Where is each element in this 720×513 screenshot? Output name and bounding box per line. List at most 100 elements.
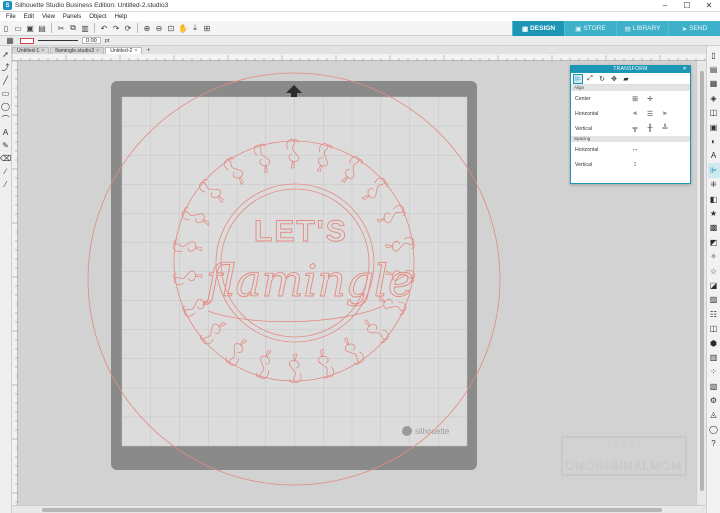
ellipse-tool-icon[interactable]: ◯ bbox=[1, 100, 11, 113]
scale-tab-icon[interactable]: ⤢ bbox=[585, 74, 595, 84]
horizontal-scroll-thumb[interactable] bbox=[42, 508, 662, 512]
menu-file[interactable]: File bbox=[2, 14, 20, 20]
transform-icon[interactable]: ⊫ bbox=[707, 163, 720, 178]
app-logo-icon: S bbox=[3, 1, 12, 10]
panel-close-icon[interactable]: ✕ bbox=[683, 66, 688, 73]
store-icon[interactable]: ▨ bbox=[708, 293, 720, 307]
polygon-tool-icon[interactable]: ⌒ bbox=[1, 113, 11, 126]
sketch-icon[interactable]: ✧ bbox=[708, 249, 720, 263]
align-top-icon[interactable]: ╦ bbox=[631, 125, 639, 133]
zoom-out-icon[interactable]: ⊖ bbox=[154, 23, 164, 33]
line-width-field[interactable]: 0.00 bbox=[82, 37, 101, 44]
nesting-icon[interactable]: ⬢ bbox=[708, 336, 720, 350]
trace-icon[interactable]: ▩ bbox=[708, 221, 720, 235]
close-button[interactable]: ✕ bbox=[698, 0, 720, 12]
fit-to-page-icon[interactable]: ⤓ bbox=[190, 23, 200, 33]
doc-tab-untitled-1[interactable]: Untitled-1 × bbox=[12, 47, 50, 54]
menu-view[interactable]: View bbox=[38, 14, 59, 20]
line-style-select[interactable] bbox=[38, 40, 78, 41]
center-on-page-icon[interactable]: ⊞ bbox=[631, 95, 639, 103]
eyedropper-tool-icon[interactable]: ⁄ bbox=[1, 178, 11, 191]
preferences-icon[interactable]: ⚙ bbox=[708, 393, 720, 407]
tab-store-label: STORE bbox=[583, 25, 606, 32]
tab-design[interactable]: ▣ DESIGN bbox=[512, 21, 564, 36]
doc-tab-flamingle[interactable]: flamingle.studio3 × bbox=[50, 47, 105, 54]
cut-icon[interactable]: ✂ bbox=[56, 23, 66, 33]
pan-hand-icon[interactable]: ✋ bbox=[178, 23, 188, 33]
print-icon[interactable]: ▤ bbox=[37, 23, 47, 33]
maximize-button[interactable]: ☐ bbox=[676, 0, 698, 12]
align-center-h-icon[interactable]: ☰ bbox=[646, 110, 654, 118]
offset-icon[interactable]: ★ bbox=[708, 206, 720, 220]
print-and-cut-icon[interactable]: ▥ bbox=[708, 350, 720, 364]
eraser-tool-icon[interactable]: ⌫ bbox=[0, 152, 11, 165]
zoom-in-icon[interactable]: ⊕ bbox=[142, 23, 152, 33]
tab-store[interactable]: ▣ STORE bbox=[564, 21, 616, 36]
grid-icon[interactable]: ▦ bbox=[708, 77, 720, 91]
transform-panel-header[interactable]: TRANSFORM ✕ bbox=[571, 66, 690, 73]
text-style-icon[interactable]: A bbox=[708, 149, 720, 163]
knife-icon[interactable]: ◩ bbox=[708, 235, 720, 249]
tab-library[interactable]: ▤ LIBRARY bbox=[616, 21, 668, 36]
align-middle-icon[interactable]: ╫ bbox=[646, 125, 654, 133]
text-tool-icon[interactable]: A bbox=[1, 126, 11, 139]
page-setup-icon[interactable]: ▯ bbox=[708, 48, 720, 62]
send-icon[interactable]: ▤ bbox=[708, 62, 720, 76]
align-right-icon[interactable]: ⫸ bbox=[661, 110, 669, 118]
new-document-icon[interactable]: ▯ bbox=[1, 23, 11, 33]
open-folder-icon[interactable]: ▭ bbox=[13, 23, 23, 33]
page-view-icon[interactable]: ⊞ bbox=[202, 23, 212, 33]
menu-panels[interactable]: Panels bbox=[59, 14, 85, 20]
point-edit-icon[interactable]: ⤴ bbox=[1, 61, 11, 74]
shape-icon[interactable]: ☆ bbox=[708, 264, 720, 278]
stipple-icon[interactable]: ◯ bbox=[708, 422, 720, 436]
knife-tool-icon[interactable]: ∕ bbox=[1, 165, 11, 178]
select-arrow-icon[interactable]: ➚ bbox=[1, 48, 11, 61]
new-tab-button[interactable]: + bbox=[143, 47, 153, 54]
save-icon[interactable]: ▣ bbox=[25, 23, 35, 33]
image-effects-icon[interactable]: ◐ bbox=[708, 134, 720, 148]
minimize-button[interactable]: – bbox=[654, 0, 676, 12]
line-color-swatch[interactable] bbox=[20, 37, 34, 44]
line-style-icon[interactable]: ▣ bbox=[708, 120, 720, 134]
copy-icon[interactable]: ⧉ bbox=[68, 23, 78, 33]
undo-icon[interactable]: ↶ bbox=[99, 23, 109, 33]
help-icon[interactable]: ? bbox=[708, 437, 720, 451]
align-tab-icon[interactable]: ⊫ bbox=[573, 73, 583, 84]
menu-edit[interactable]: Edit bbox=[20, 14, 38, 20]
line-tool-icon[interactable]: ╱ bbox=[1, 74, 11, 87]
vertical-scrollbar[interactable] bbox=[696, 61, 706, 505]
center-objects-icon[interactable]: ✛ bbox=[646, 95, 654, 103]
rotate-tab-icon[interactable]: ↻ bbox=[597, 74, 607, 84]
redraw-icon[interactable]: ⟳ bbox=[123, 23, 133, 33]
menu-object[interactable]: Object bbox=[85, 14, 110, 20]
align-left-icon[interactable]: ⫷ bbox=[631, 110, 639, 118]
doc-tab-untitled-2[interactable]: Untitled-2 × bbox=[105, 47, 143, 54]
horizontal-scrollbar[interactable] bbox=[12, 505, 706, 513]
space-vertical-icon[interactable]: ↕ bbox=[631, 161, 639, 169]
shear-tab-icon[interactable]: ▰ bbox=[621, 74, 631, 84]
pixscan-icon[interactable]: ◫ bbox=[708, 321, 720, 335]
align-bottom-icon[interactable]: ╩ bbox=[661, 125, 669, 133]
emboss-icon[interactable]: ◬ bbox=[708, 408, 720, 422]
move-tab-icon[interactable]: ✥ bbox=[609, 74, 619, 84]
draw-tool-icon[interactable]: ✎ bbox=[1, 139, 11, 152]
paste-icon[interactable]: ▥ bbox=[80, 23, 90, 33]
fill-color-icon[interactable]: ◈ bbox=[708, 91, 720, 105]
library-icon[interactable]: ◪ bbox=[708, 278, 720, 292]
replicate-icon[interactable]: ⁜ bbox=[708, 178, 720, 192]
layers-icon[interactable]: ☷ bbox=[708, 307, 720, 321]
rectangle-tool-icon[interactable]: ▭ bbox=[1, 87, 11, 100]
redo-icon[interactable]: ↷ bbox=[111, 23, 121, 33]
color-icon[interactable]: ▧ bbox=[708, 379, 720, 393]
vertical-scroll-thumb[interactable] bbox=[700, 71, 704, 491]
zoom-select-icon[interactable]: ⊡ bbox=[166, 23, 176, 33]
line-color-icon[interactable]: ◫ bbox=[708, 106, 720, 120]
tab-send[interactable]: ➤ SEND bbox=[668, 21, 720, 36]
menu-help[interactable]: Help bbox=[111, 14, 131, 20]
space-horizontal-icon[interactable]: ↔ bbox=[631, 146, 639, 154]
watermark-text: UNORIGINALMOM bbox=[565, 459, 682, 473]
modify-icon[interactable]: ◧ bbox=[708, 192, 720, 206]
fill-pattern-icon[interactable]: ▦ bbox=[5, 36, 15, 46]
rhinestone-icon[interactable]: ⁘ bbox=[708, 365, 720, 379]
